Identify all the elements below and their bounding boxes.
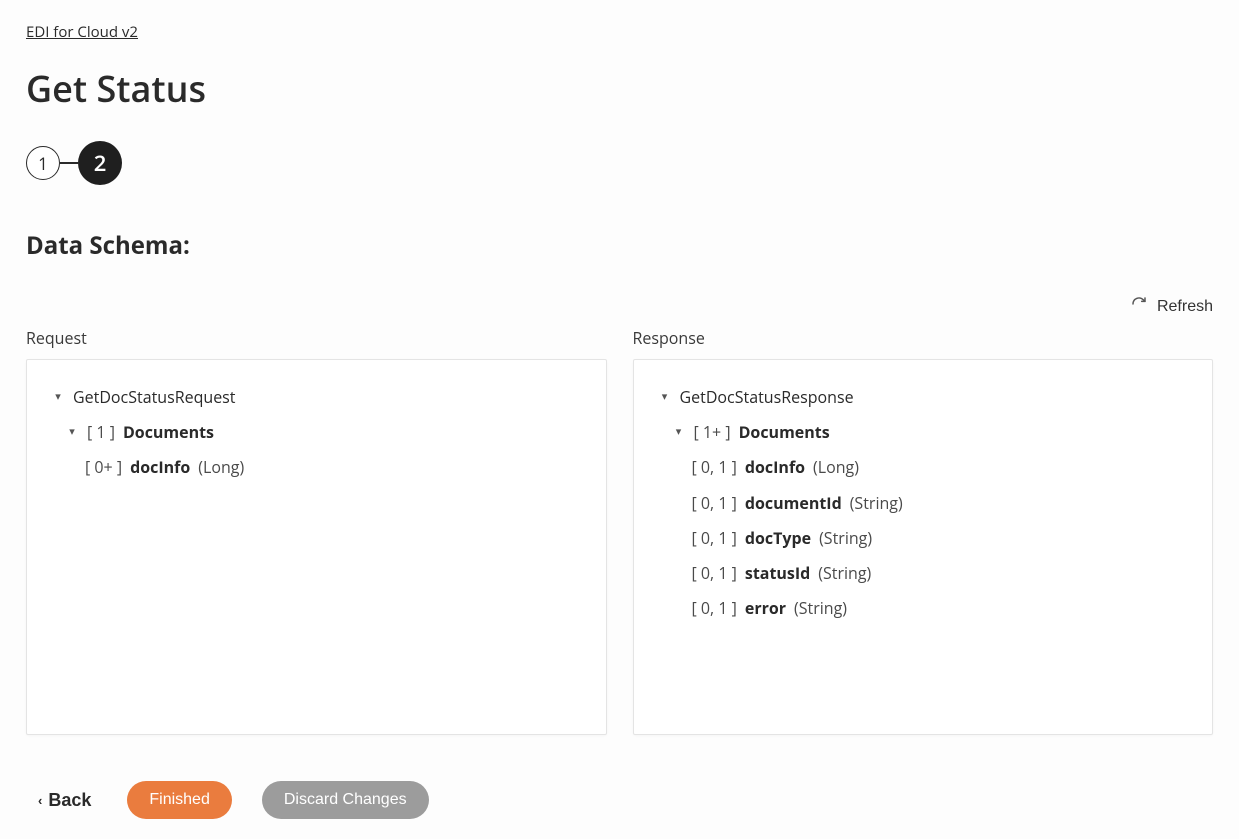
tree-node[interactable]: [ 0, 1 ] docInfo (Long) [658,450,1189,485]
cardinality: [ 0, 1 ] [692,454,737,481]
refresh-label: Refresh [1157,298,1213,316]
request-header: Request [26,327,607,349]
cardinality: [ 1+ ] [694,419,731,446]
field-name: docType [745,525,811,552]
cardinality: [ 0, 1 ] [692,595,737,622]
cardinality: [ 0+ ] [85,454,122,481]
field-type: (Long) [198,454,244,481]
response-header: Response [633,327,1214,349]
tree-node[interactable]: ▾ [ 1 ] Documents [51,415,582,450]
field-name: statusId [745,560,810,587]
finished-button[interactable]: Finished [127,781,231,819]
tree-node[interactable]: [ 0, 1 ] statusId (String) [658,556,1189,591]
tree-node[interactable]: ▾ [ 1+ ] Documents [658,415,1189,450]
request-panel: ▾ GetDocStatusRequest ▾[ 1 ] Documents[ … [26,359,607,735]
chevron-left-icon: ‹ [38,793,42,808]
field-name: Documents [123,419,214,446]
field-name: Documents [739,419,830,446]
section-title: Data Schema: [26,229,1213,262]
field-type: (String) [819,525,872,552]
step-2[interactable]: 2 [78,141,122,185]
tree-root[interactable]: ▾ GetDocStatusRequest [51,380,582,415]
step-connector [60,162,78,164]
field-type: (Long) [813,454,859,481]
root-name: GetDocStatusResponse [680,384,854,411]
request-column: Request ▾ GetDocStatusRequest ▾ [ 1 ] Doc… [26,327,607,735]
cardinality: [ 1 ] [87,419,115,446]
refresh-button[interactable]: Refresh [1131,292,1213,321]
field-name: error [745,595,786,622]
tree-node[interactable]: [ 0, 1 ] documentId (String) [658,486,1189,521]
field-name: documentId [745,490,842,517]
response-panel: ▾ GetDocStatusResponse ▾ [ 1+ ] Documents… [633,359,1214,735]
root-name: GetDocStatusRequest [73,384,236,411]
refresh-icon [1131,296,1147,317]
chevron-down-icon: ▾ [51,388,65,407]
tree-node[interactable]: [ 0, 1 ] error (String) [658,591,1189,626]
field-type: (String) [794,595,847,622]
chevron-down-icon: ▾ [65,423,79,442]
cardinality: [ 0, 1 ] [692,525,737,552]
field-type: (String) [850,490,903,517]
field-name: docInfo [745,454,805,481]
chevron-down-icon: ▾ [658,388,672,407]
stepper: 1 2 [26,141,1213,185]
tree-root[interactable]: ▾ GetDocStatusResponse [658,380,1189,415]
field-type: (String) [818,560,871,587]
step-1[interactable]: 1 [26,146,60,180]
breadcrumb-link[interactable]: EDI for Cloud v2 [26,22,138,42]
back-label: Back [48,790,91,811]
tree-node[interactable]: [ 0, 1 ] docType (String) [658,521,1189,556]
cardinality: [ 0, 1 ] [692,490,737,517]
chevron-down-icon: ▾ [672,423,686,442]
back-button[interactable]: ‹ Back [32,789,97,812]
page-title: Get Status [26,64,1213,113]
response-column: Response ▾ GetDocStatusResponse ▾ [ 1+ ] … [633,327,1214,735]
discard-button[interactable]: Discard Changes [262,781,429,819]
field-name: docInfo [130,454,190,481]
cardinality: [ 0, 1 ] [692,560,737,587]
tree-node[interactable]: [ 0+ ] docInfo (Long) [51,450,582,485]
